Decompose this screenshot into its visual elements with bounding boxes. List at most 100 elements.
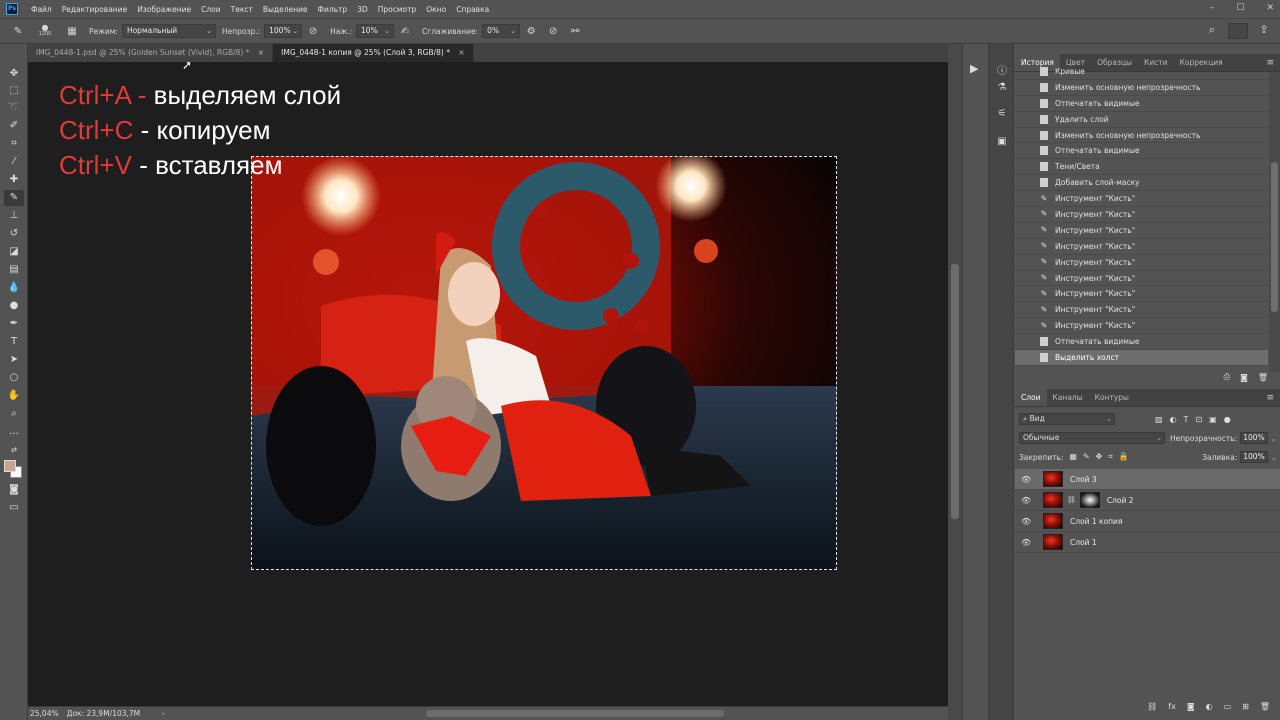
history-scrollbar[interactable] xyxy=(1269,72,1280,372)
vertical-scroll-thumb[interactable] xyxy=(951,264,959,519)
path-selection-tool-icon[interactable]: ➤ xyxy=(4,352,24,368)
gear-icon[interactable]: ⚙ xyxy=(523,23,539,39)
history-source-checkbox[interactable] xyxy=(1021,82,1031,92)
menu-file[interactable]: Файл xyxy=(26,5,57,14)
history-source-checkbox[interactable] xyxy=(1021,305,1031,315)
tab-document-2[interactable]: IMG_0448-1 копия @ 25% (Слой 3, RGB/8) *… xyxy=(273,44,474,62)
trash-icon[interactable]: 🗑 xyxy=(1260,702,1270,711)
history-source-checkbox[interactable] xyxy=(1021,241,1031,251)
adjust-icon[interactable]: ⚟ xyxy=(995,108,1009,122)
group-icon[interactable]: ▭ xyxy=(1224,702,1232,711)
zoom-level[interactable]: 25,04% xyxy=(30,709,59,718)
menu-select[interactable]: Выделение xyxy=(258,5,313,14)
menu-edit[interactable]: Редактирование xyxy=(57,5,132,14)
info-icon[interactable]: ⓘ xyxy=(995,62,1009,77)
menu-text[interactable]: Текст xyxy=(226,5,258,14)
brush-size-picker[interactable]: ● 1200 xyxy=(32,23,58,39)
history-item[interactable]: Удалить слой xyxy=(1015,112,1268,128)
brush-settings-icon[interactable]: ▦ xyxy=(64,23,80,39)
minimize-icon[interactable]: – xyxy=(1210,3,1215,13)
history-source-checkbox[interactable] xyxy=(1021,321,1031,331)
hand-tool-icon[interactable]: ✋ xyxy=(4,388,24,404)
move-tool-icon[interactable]: ✥ xyxy=(4,66,24,82)
history-source-checkbox[interactable] xyxy=(1021,289,1031,299)
maximize-icon[interactable]: ☐ xyxy=(1236,3,1244,13)
history-source-checkbox[interactable] xyxy=(1021,66,1031,76)
adjustment-filter-icon[interactable]: ◐ xyxy=(1170,415,1177,424)
status-menu-arrow[interactable]: › xyxy=(162,710,165,718)
menu-window[interactable]: Окно xyxy=(421,5,451,14)
trash-icon[interactable]: 🗑 xyxy=(1258,373,1268,382)
symmetry-icon[interactable]: ⚯ xyxy=(567,23,583,39)
history-item[interactable]: Отпечатать видимые xyxy=(1015,334,1268,351)
more-tools-icon[interactable]: … xyxy=(4,424,24,440)
history-item[interactable]: Добавить слой-маску xyxy=(1015,175,1268,192)
ellipse-tool-icon[interactable]: ○ xyxy=(4,370,24,386)
tab-layers[interactable]: Слои xyxy=(1015,389,1047,406)
history-source-checkbox[interactable] xyxy=(1021,194,1031,204)
history-item[interactable]: Кривые xyxy=(1015,64,1268,80)
mode-select[interactable]: Нормальный ⌄ xyxy=(121,24,216,38)
history-source-checkbox[interactable] xyxy=(1021,257,1031,267)
menu-3d[interactable]: 3D xyxy=(352,5,373,14)
lock-pixels-icon[interactable]: ✎ xyxy=(1083,452,1090,462)
close-icon[interactable]: × xyxy=(258,48,264,57)
type-filter-icon[interactable]: T xyxy=(1184,415,1189,424)
filter-toggle-icon[interactable]: ● xyxy=(1224,415,1231,424)
opacity-field[interactable]: 100% ⌄ xyxy=(264,24,303,38)
horizontal-scrollbar[interactable] xyxy=(426,710,724,717)
pixel-filter-icon[interactable]: ▨ xyxy=(1155,415,1163,424)
layer-fill-field[interactable]: 100% xyxy=(1240,451,1268,463)
menu-image[interactable]: Изображение xyxy=(132,5,196,14)
chevron-down-icon[interactable]: ⌄ xyxy=(1271,453,1277,462)
history-source-checkbox[interactable] xyxy=(1021,209,1031,219)
new-layer-icon[interactable]: ⊞ xyxy=(1242,702,1249,711)
pen-tool-icon[interactable]: ✒ xyxy=(4,316,24,332)
layer-mask-thumbnail[interactable] xyxy=(1079,492,1100,508)
history-source-checkbox[interactable] xyxy=(1021,225,1031,235)
history-source-checkbox[interactable] xyxy=(1021,130,1031,140)
layer-style-icon[interactable]: fx xyxy=(1168,702,1176,711)
history-source-checkbox[interactable] xyxy=(1021,178,1031,188)
visibility-eye-icon[interactable]: 👁 xyxy=(1021,538,1031,547)
history-item[interactable]: Отпечатать видимые xyxy=(1015,143,1268,160)
history-item[interactable]: ✎ Инструмент "Кисть" xyxy=(1015,223,1268,239)
vertical-scrollbar[interactable] xyxy=(948,44,962,720)
screen-mode-icon[interactable]: ▭ xyxy=(4,500,24,516)
layer-row[interactable]: 👁 Слой 3 xyxy=(1015,469,1280,490)
tab-paths[interactable]: Контуры xyxy=(1089,389,1135,406)
history-source-checkbox[interactable] xyxy=(1021,337,1031,347)
smart-object-filter-icon[interactable]: ▣ xyxy=(1209,415,1217,424)
dodge-tool-icon[interactable]: ● xyxy=(4,298,24,314)
layer-row[interactable]: 👁 Слой 1 копия xyxy=(1015,511,1280,532)
history-source-checkbox[interactable] xyxy=(1021,162,1031,172)
shape-filter-icon[interactable]: ⊡ xyxy=(1195,415,1202,424)
history-item[interactable]: ✎ Инструмент "Кисть" xyxy=(1015,271,1268,287)
history-item[interactable]: Изменить основную непрозрачность xyxy=(1015,128,1268,144)
layer-filter-select[interactable]: ⌕ Вид ⌄ xyxy=(1019,413,1115,425)
visibility-eye-icon[interactable]: 👁 xyxy=(1021,517,1031,526)
history-item[interactable]: Тени/Света xyxy=(1015,159,1268,176)
panel-menu-icon[interactable]: ≡ xyxy=(1266,389,1274,406)
close-icon[interactable]: × xyxy=(458,48,464,57)
layer-opacity-field[interactable]: 100% xyxy=(1240,432,1268,444)
airbrush-icon[interactable]: ✍ xyxy=(397,23,413,39)
history-item[interactable]: ✎ Инструмент "Кисть" xyxy=(1015,239,1268,255)
menu-view[interactable]: Просмотр xyxy=(373,5,422,14)
blend-mode-select[interactable]: Обычные ⌄ xyxy=(1019,432,1165,444)
mask-link-icon[interactable]: ⛓ xyxy=(1067,496,1076,504)
layer-row[interactable]: 👁 ⛓ Слой 2 xyxy=(1015,490,1280,511)
search-icon[interactable]: ⌕ xyxy=(1204,23,1220,39)
eraser-tool-icon[interactable]: ◪ xyxy=(4,244,24,260)
gradient-tool-icon[interactable]: ▤ xyxy=(4,262,24,278)
document-canvas[interactable]: Ctrl+A - выделяем слой Ctrl+C - копируем… xyxy=(28,62,948,706)
history-source-checkbox[interactable] xyxy=(1021,146,1031,156)
brush-tool-icon[interactable]: ✎ xyxy=(4,190,24,206)
history-source-checkbox[interactable] xyxy=(1021,98,1031,108)
history-item[interactable]: Отпечатать видимые xyxy=(1015,96,1268,112)
new-document-icon[interactable]: ⎙ xyxy=(1224,372,1230,382)
styles-icon[interactable]: ▣ xyxy=(995,136,1009,150)
visibility-eye-icon[interactable]: 👁 xyxy=(1021,475,1031,484)
swap-colors-icon[interactable]: ⇄ xyxy=(4,442,24,458)
link-layers-icon[interactable]: ⛓ xyxy=(1147,702,1157,711)
